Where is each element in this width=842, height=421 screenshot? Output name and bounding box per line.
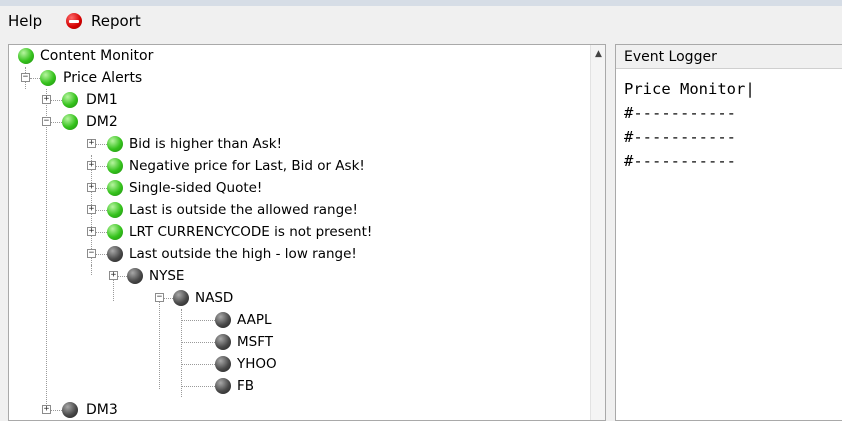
status-alert-icon [107, 246, 123, 262]
tree-node-label: Last outside the high - low range! [129, 246, 357, 262]
status-alert-icon [127, 268, 143, 284]
tree-node-symbol[interactable]: AAPL [9, 309, 569, 331]
status-ok-icon [40, 70, 56, 86]
status-ok-icon [107, 202, 123, 218]
tree-node-price-alerts[interactable]: − Price Alerts [9, 67, 569, 89]
log-line: Price Monitor| [624, 80, 755, 98]
status-ok-icon [107, 136, 123, 152]
content-monitor-tree[interactable]: Content Monitor − Price Alerts + DM1 − D… [8, 44, 606, 421]
menu-help[interactable]: Help [8, 11, 42, 31]
status-alert-icon [215, 334, 231, 350]
tree-node-alert[interactable]: − Last outside the high - low range! [9, 243, 569, 265]
event-logger-panel[interactable]: Event Logger Price Monitor| #-----------… [615, 44, 842, 421]
expand-icon[interactable]: + [87, 139, 96, 148]
tree-node-root[interactable]: Content Monitor [9, 45, 569, 67]
collapse-icon[interactable]: − [87, 249, 96, 258]
status-ok-icon [18, 48, 34, 64]
tree-node-alert[interactable]: + LRT CURRENCYCODE is not present! [9, 221, 569, 243]
tree-node-label: NYSE [149, 268, 185, 284]
expand-icon[interactable]: + [42, 405, 51, 414]
tree-node-label: Single-sided Quote! [129, 180, 263, 196]
log-line: #----------- [624, 104, 736, 122]
tree-node-label: DM2 [86, 114, 118, 130]
tree-node-symbol[interactable]: MSFT [9, 331, 569, 353]
tree-node-dm3[interactable]: + DM3 [9, 399, 569, 420]
tree-node-label: NASD [195, 290, 234, 306]
tree-node-label: YHOO [237, 356, 277, 372]
status-ok-icon [107, 224, 123, 240]
tree-node-symbol[interactable]: YHOO [9, 353, 569, 375]
tree-node-label: MSFT [237, 334, 273, 350]
menu-bar: Help Report [0, 0, 842, 34]
scroll-up-arrow-icon[interactable]: ▲ [591, 47, 605, 62]
status-alert-icon [215, 312, 231, 328]
status-ok-icon [107, 158, 123, 174]
tree-node-exchange-nasd[interactable]: − NASD [9, 287, 569, 309]
status-alert-icon [173, 290, 189, 306]
expand-icon[interactable]: + [42, 95, 51, 104]
tree-node-alert[interactable]: + Single-sided Quote! [9, 177, 569, 199]
tree-scrollbar[interactable]: ▲ [590, 45, 605, 420]
collapse-icon[interactable]: − [42, 117, 51, 126]
status-alert-icon [215, 356, 231, 372]
tree-node-label: Content Monitor [40, 48, 154, 64]
log-line: #----------- [624, 152, 736, 170]
tree-node-label: LRT CURRENCYCODE is not present! [129, 224, 373, 240]
status-alert-icon [215, 378, 231, 394]
no-entry-icon[interactable] [66, 13, 82, 29]
collapse-icon[interactable]: − [21, 73, 30, 82]
tree-node-label: Price Alerts [63, 70, 143, 86]
tree-node-label: FB [237, 378, 255, 394]
log-line: #----------- [624, 128, 736, 146]
tree-node-exchange-nyse[interactable]: + NYSE [9, 265, 569, 287]
expand-icon[interactable]: + [109, 271, 118, 280]
tree-node-label: AAPL [237, 312, 272, 328]
tree-node-dm2[interactable]: − DM2 [9, 111, 569, 133]
expand-icon[interactable]: + [87, 183, 96, 192]
expand-icon[interactable]: + [87, 205, 96, 214]
status-ok-icon [62, 92, 78, 108]
status-alert-icon [62, 402, 78, 418]
tree-node-dm1[interactable]: + DM1 [9, 89, 569, 111]
tree-node-alert[interactable]: + Last is outside the allowed range! [9, 199, 569, 221]
status-ok-icon [62, 114, 78, 130]
tree-node-label: DM1 [86, 92, 118, 108]
tree-node-label: Last is outside the allowed range! [129, 202, 358, 218]
status-ok-icon [107, 180, 123, 196]
tree-node-label: Bid is higher than Ask! [129, 136, 282, 152]
tree-node-alert[interactable]: + Negative price for Last, Bid or Ask! [9, 155, 569, 177]
tree-node-label: DM3 [86, 402, 118, 418]
tree-node-label: Negative price for Last, Bid or Ask! [129, 158, 365, 174]
event-logger-title: Event Logger [616, 45, 842, 69]
tree-node-symbol[interactable]: FB [9, 375, 569, 397]
menu-report[interactable]: Report [91, 11, 141, 31]
expand-icon[interactable]: + [87, 227, 96, 236]
expand-icon[interactable]: + [87, 161, 96, 170]
collapse-icon[interactable]: − [155, 293, 164, 302]
tree-node-alert[interactable]: + Bid is higher than Ask! [9, 133, 569, 155]
